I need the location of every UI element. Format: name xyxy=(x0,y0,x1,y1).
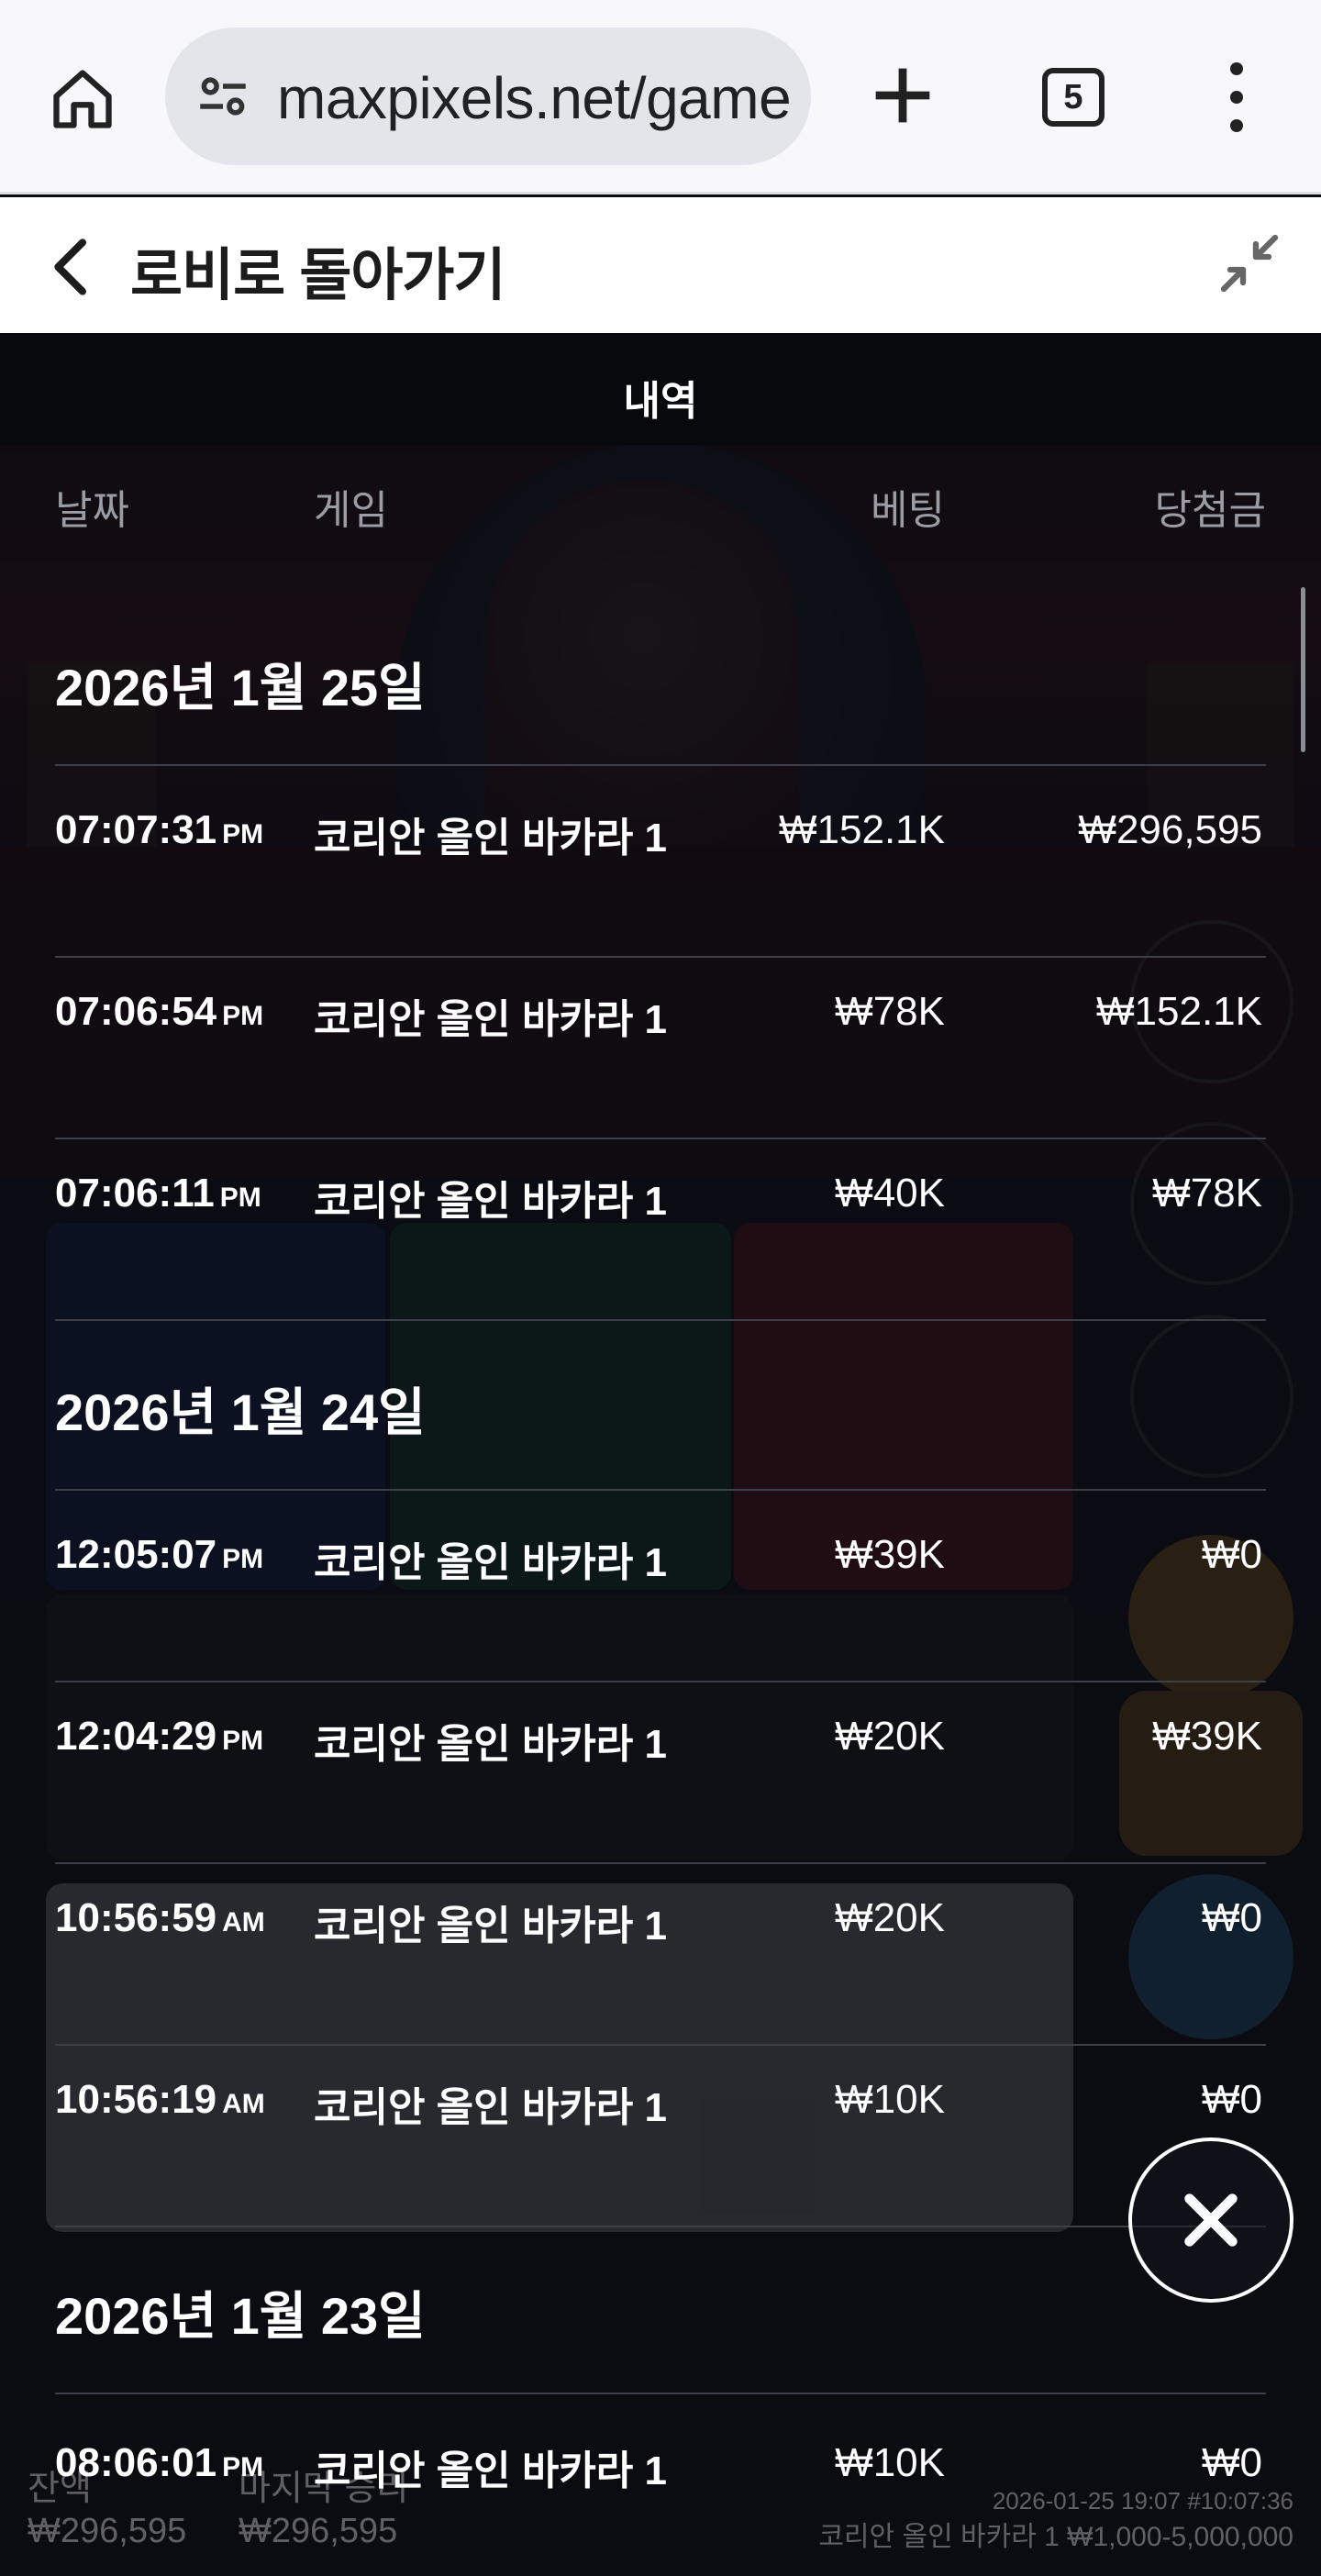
row-game-name: 코리안 올인 바카라 1 xyxy=(314,997,667,1042)
last-win: 마지막 승리 ₩296,595 xyxy=(239,2468,408,2552)
time-value: 07:07:31 xyxy=(55,807,217,852)
row-win-amount: ₩0 xyxy=(1202,2077,1262,2122)
divider xyxy=(55,1862,1266,1864)
round-timestamp: 2026-01-25 19:07 #10:07:36 xyxy=(992,2487,1293,2515)
row-time: 07:06:54 PM xyxy=(55,989,263,1035)
column-header-win: 당첨금 xyxy=(1154,488,1266,533)
last-win-label: 마지막 승리 xyxy=(239,2470,409,2508)
history-row[interactable]: 07:07:31 PM 코리안 올인 바카라 1 ₩152.1K ₩296,595 xyxy=(0,798,1321,980)
divider xyxy=(55,1138,1266,1139)
history-header: 내역 xyxy=(0,333,1321,445)
more-vert-icon[interactable] xyxy=(1216,59,1257,136)
row-bet-amount: ₩78K xyxy=(835,989,945,1034)
history-row[interactable]: 12:05:07 PM 코리안 올인 바카라 1 ₩39K ₩0 xyxy=(0,1523,1321,1704)
row-game-name: 코리안 올인 바카라 1 xyxy=(314,1540,667,1585)
close-button[interactable] xyxy=(1128,2137,1293,2303)
column-header-game: 게임 xyxy=(314,488,388,533)
row-win-amount: ₩0 xyxy=(1202,1532,1262,1577)
back-to-lobby-link[interactable]: 로비로 돌아가기 xyxy=(130,228,506,311)
time-ampm: PM xyxy=(222,1544,264,1574)
row-win-amount: ₩0 xyxy=(1202,2440,1262,2485)
time-ampm: PM xyxy=(222,1726,264,1756)
chevron-left-icon[interactable] xyxy=(37,230,110,304)
plus-icon xyxy=(875,68,930,123)
date-group-heading: 2026년 1월 24일 xyxy=(55,1383,426,1441)
row-bet-amount: ₩10K xyxy=(835,2440,945,2485)
row-game-name: 코리안 올인 바카라 1 xyxy=(314,2085,667,2130)
row-time: 12:04:29 PM xyxy=(55,1714,263,1760)
date-group-heading: 2026년 1월 25일 xyxy=(55,659,426,716)
tune-icon[interactable] xyxy=(193,66,253,127)
row-win-amount: ₩78K xyxy=(1152,1171,1262,1216)
tab-count: 5 xyxy=(1063,77,1083,117)
column-header-date: 날짜 xyxy=(55,488,129,533)
history-title: 내역 xyxy=(623,379,698,424)
divider xyxy=(55,1319,1266,1321)
time-value: 07:06:54 xyxy=(55,989,217,1034)
row-win-amount: ₩152.1K xyxy=(1096,989,1262,1034)
last-win-value: ₩296,595 xyxy=(239,2512,398,2550)
time-ampm: PM xyxy=(222,819,264,849)
divider xyxy=(55,956,1266,958)
browser-toolbar: maxpixels.net/game 5 xyxy=(0,0,1321,194)
row-game-name: 코리안 올인 바카라 1 xyxy=(314,1179,667,1224)
row-time: 07:07:31 PM xyxy=(55,807,263,853)
minimize-icon[interactable] xyxy=(1211,225,1288,302)
row-bet-amount: ₩40K xyxy=(835,1171,945,1216)
row-bet-amount: ₩20K xyxy=(835,1714,945,1759)
history-row[interactable]: 07:06:11 PM 코리안 올인 바카라 1 ₩40K ₩78K xyxy=(0,1161,1321,1343)
close-icon xyxy=(1184,2193,1238,2247)
table-info: 2026-01-25 19:07 #10:07:36 코리안 올인 바카라 1 … xyxy=(818,2482,1293,2556)
divider xyxy=(55,764,1266,766)
time-ampm: PM xyxy=(222,1001,264,1031)
divider xyxy=(55,2044,1266,2046)
column-header-bet: 베팅 xyxy=(871,488,945,533)
history-row[interactable]: 12:04:29 PM 코리안 올인 바카라 1 ₩20K ₩39K xyxy=(0,1704,1321,1886)
date-group-heading: 2026년 1월 23일 xyxy=(55,2287,426,2345)
row-bet-amount: ₩39K xyxy=(835,1532,945,1577)
time-value: 12:04:29 xyxy=(55,1714,217,1759)
row-win-amount: ₩0 xyxy=(1202,1895,1262,1940)
address-bar[interactable]: maxpixels.net/game xyxy=(165,28,811,165)
balance-value: ₩296,595 xyxy=(28,2512,187,2550)
row-bet-amount: ₩10K xyxy=(835,2077,945,2122)
home-button[interactable] xyxy=(44,61,121,138)
time-ampm: AM xyxy=(222,2089,265,2119)
divider xyxy=(55,1681,1266,1682)
row-game-name: 코리안 올인 바카라 1 xyxy=(314,1904,667,1949)
row-time: 10:56:59 AM xyxy=(55,1895,265,1941)
time-value: 12:05:07 xyxy=(55,1532,217,1577)
history-row[interactable]: 10:56:59 AM 코리안 올인 바카라 1 ₩20K ₩0 xyxy=(0,1886,1321,2068)
history-row[interactable]: 10:56:19 AM 코리안 올인 바카라 1 ₩10K ₩0 xyxy=(0,2068,1321,2249)
divider xyxy=(55,2393,1266,2394)
row-bet-amount: ₩152.1K xyxy=(779,807,945,852)
time-ampm: AM xyxy=(222,1907,265,1938)
tab-switcher-button[interactable]: 5 xyxy=(1042,68,1105,127)
divider xyxy=(55,2226,1266,2227)
balance-label: 잔액 xyxy=(28,2470,92,2508)
time-value: 10:56:59 xyxy=(55,1895,217,1940)
new-tab-button[interactable] xyxy=(862,55,943,136)
url-text: maxpixels.net/game xyxy=(277,65,792,131)
row-win-amount: ₩39K xyxy=(1152,1714,1262,1759)
table-limits: 코리안 올인 바카라 1 ₩1,000-5,000,000 xyxy=(818,2522,1293,2552)
row-time: 12:05:07 PM xyxy=(55,1532,263,1578)
history-row[interactable]: 07:06:54 PM 코리안 올인 바카라 1 ₩78K ₩152.1K xyxy=(0,980,1321,1161)
row-time: 10:56:19 AM xyxy=(55,2077,265,2123)
row-game-name: 코리안 올인 바카라 1 xyxy=(314,816,667,861)
time-value: 10:56:19 xyxy=(55,2077,217,2122)
row-win-amount: ₩296,595 xyxy=(1078,807,1262,852)
lobby-header: 로비로 돌아가기 xyxy=(0,197,1321,333)
row-game-name: 코리안 올인 바카라 1 xyxy=(314,1722,667,1767)
time-value: 07:06:11 xyxy=(55,1171,215,1216)
scrollbar[interactable] xyxy=(1301,587,1305,752)
row-bet-amount: ₩20K xyxy=(835,1895,945,1940)
divider xyxy=(55,1489,1266,1491)
time-ampm: PM xyxy=(219,1183,261,1213)
home-icon xyxy=(53,70,112,128)
row-time: 07:06:11 PM xyxy=(55,1171,261,1216)
balance: 잔액 ₩296,595 xyxy=(28,2468,186,2552)
